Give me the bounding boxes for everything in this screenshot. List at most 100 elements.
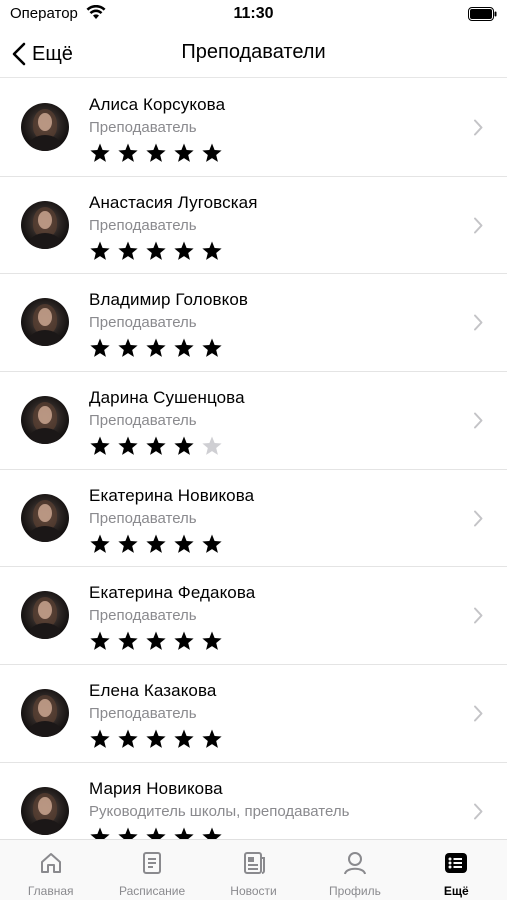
teacher-role: Руководитель школы, преподаватель: [89, 802, 350, 820]
schedule-icon: [143, 852, 162, 874]
star-filled-icon: [174, 631, 194, 651]
avatar: [21, 396, 69, 445]
teacher-role: Преподаватель: [89, 119, 197, 136]
teacher-name: Алиса Корсукова: [89, 95, 226, 114]
chevron-right-icon: [474, 510, 483, 527]
teacher-name: Елена Казакова: [89, 681, 217, 701]
tab-home[interactable]: Главная: [0, 840, 101, 900]
star-filled-icon: [174, 338, 194, 358]
star-filled-icon: [118, 729, 138, 749]
tab-more[interactable]: Ещё: [406, 840, 507, 900]
star-filled-icon: [90, 436, 110, 455]
avatar: [21, 786, 69, 835]
chevron-right-icon: [474, 412, 483, 429]
teacher-name: Владимир Головков: [89, 290, 249, 310]
star-filled-icon: [118, 631, 138, 651]
chevron-right-icon: [474, 607, 483, 624]
star-filled-icon: [118, 534, 138, 553]
home-icon: [40, 853, 61, 873]
chevron-right-icon: [474, 119, 483, 136]
rating-stars: [89, 728, 223, 750]
star-filled-icon: [202, 338, 222, 358]
star-filled-icon: [174, 241, 194, 260]
tab-schedule[interactable]: Расписание: [101, 840, 202, 900]
star-filled-icon: [174, 143, 194, 162]
chevron-right-icon: [474, 217, 483, 234]
star-filled-icon: [146, 729, 166, 749]
teacher-row[interactable]: Анастасия Луговская Преподаватель: [0, 177, 507, 275]
chevron-right-icon: [474, 705, 483, 722]
teacher-name: Анастасия Луговская: [89, 192, 258, 212]
chevron-right-icon: [474, 314, 483, 331]
tab-news[interactable]: Новости: [203, 840, 304, 900]
star-filled-icon: [90, 534, 110, 553]
star-empty-icon: [202, 436, 222, 455]
status-bar: Оператор 11:30: [0, 0, 507, 30]
tab-label: Расписание: [119, 884, 186, 898]
avatar: [21, 493, 69, 542]
star-filled-icon: [118, 143, 138, 162]
teacher-row[interactable]: Алиса Корсукова Преподаватель: [0, 79, 507, 177]
teacher-role: Преподаватель: [89, 314, 197, 332]
star-filled-icon: [146, 338, 166, 358]
teacher-list: Алиса Корсукова Преподаватель Анастасия Лу…: [0, 79, 507, 839]
star-filled-icon: [202, 631, 222, 651]
profile-icon: [343, 852, 366, 875]
teacher-row[interactable]: Владимир Головков Преподаватель: [0, 274, 507, 373]
star-filled-icon: [202, 827, 222, 839]
star-filled-icon: [202, 729, 222, 749]
star-filled-icon: [202, 241, 222, 260]
teacher-row[interactable]: Дарина Сушенцова Преподаватель: [0, 372, 507, 470]
teacher-row[interactable]: Екатерина Новикова Преподаватель: [0, 470, 507, 568]
avatar: [21, 200, 69, 249]
page-title: Преподаватели: [181, 41, 326, 63]
star-filled-icon: [90, 631, 110, 651]
star-filled-icon: [146, 241, 166, 260]
more-icon: [445, 853, 468, 873]
teacher-name: Екатерина Федакова: [89, 583, 256, 603]
rating-stars: [89, 337, 223, 359]
avatar: [21, 103, 69, 151]
teacher-name: Дарина Сушенцова: [89, 388, 245, 408]
rating-stars: [89, 826, 223, 839]
rating-stars: [89, 142, 223, 164]
teacher-row[interactable]: Елена Казакова Преподаватель: [0, 665, 507, 763]
clock: 11:30: [233, 5, 274, 22]
teacher-name: Мария Новикова: [89, 778, 223, 798]
star-filled-icon: [174, 436, 194, 455]
star-filled-icon: [174, 827, 194, 839]
star-filled-icon: [118, 241, 138, 260]
star-filled-icon: [90, 241, 110, 260]
star-filled-icon: [202, 534, 222, 553]
teacher-role: Преподаватель: [89, 509, 197, 527]
teacher-role: Преподаватель: [89, 607, 197, 625]
star-filled-icon: [202, 143, 222, 162]
rating-stars: [89, 435, 223, 457]
teacher-role: Преподаватель: [89, 412, 197, 430]
teacher-row[interactable]: Екатерина Федакова Преподаватель: [0, 567, 507, 666]
teacher-row[interactable]: Мария Новикова Руководитель школы, препод…: [0, 763, 507, 839]
tab-label: Главная: [27, 884, 74, 898]
star-filled-icon: [90, 143, 110, 162]
teacher-role: Преподаватель: [89, 705, 197, 723]
battery-icon: [468, 7, 497, 21]
star-filled-icon: [146, 827, 166, 839]
news-icon: [243, 852, 265, 874]
star-filled-icon: [118, 827, 138, 839]
teacher-name: Екатерина Новикова: [89, 485, 255, 505]
tab-label: Профиль: [329, 884, 381, 898]
rating-stars: [89, 240, 223, 262]
avatar: [21, 298, 69, 347]
star-filled-icon: [174, 534, 194, 553]
star-filled-icon: [146, 436, 166, 455]
navigation-bar: Ещё Преподаватели: [0, 30, 507, 78]
tab-bar: Главная Расписание Новости Профиль Ещё: [0, 839, 507, 900]
tab-profile[interactable]: Профиль: [304, 840, 405, 900]
rating-stars: [89, 630, 223, 652]
star-filled-icon: [118, 436, 138, 455]
star-filled-icon: [146, 143, 166, 162]
avatar: [21, 689, 69, 738]
star-filled-icon: [90, 729, 110, 749]
star-filled-icon: [146, 631, 166, 651]
tab-label: Новости: [230, 884, 277, 898]
